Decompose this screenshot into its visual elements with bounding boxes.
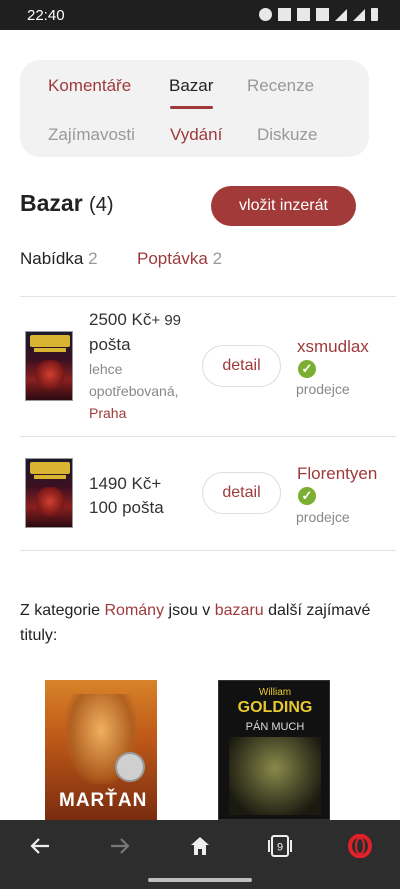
recommendation-prefix: Z kategorie [20, 602, 105, 619]
tab-count: 9 [277, 842, 283, 854]
listing-postage-label: 100 pošta [89, 498, 164, 517]
listing-condition: lehce opotřebovaná, Praha [89, 358, 179, 424]
book-cover-title: MARŤAN [59, 790, 148, 811]
award-seal-icon [115, 752, 145, 782]
forward-icon[interactable] [100, 832, 140, 860]
bazar-link[interactable]: bazaru [215, 602, 264, 619]
divider [20, 550, 396, 551]
alarm-icon [259, 8, 272, 21]
book-cover-subtitle: PÁN MUCH [245, 721, 305, 733]
listing-price-value: 2500 Kč [89, 310, 152, 329]
status-time: 22:40 [27, 7, 65, 24]
tabs-icon[interactable]: 9 [260, 832, 300, 860]
tab-komentare[interactable]: Komentáře [48, 76, 131, 96]
filter-poptavka-label: Poptávka [137, 249, 208, 268]
nfc-icon [297, 8, 310, 21]
battery-icon [371, 8, 378, 21]
listing-condition-line1: lehce [89, 361, 123, 377]
bazar-count: (4) [89, 194, 114, 216]
filter-nabidka-label: Nabídka [20, 249, 84, 268]
data-saver-icon [316, 8, 329, 21]
category-link[interactable]: Romány [104, 602, 164, 619]
detail-button[interactable]: detail [202, 472, 281, 514]
seller-name[interactable]: xsmudlax [297, 337, 369, 357]
active-tab-indicator [170, 106, 213, 109]
wifi-icon [335, 8, 347, 21]
listing-price: 2500 Kč+ 99 pošta [89, 308, 181, 357]
listing-price: 1490 Kč+ 100 pošta [89, 472, 164, 520]
recommendation-middle: jsou v [164, 602, 215, 619]
listing-postage: + 99 [151, 312, 182, 329]
seller-role: prodejce [296, 509, 350, 525]
listing-cover-image[interactable] [25, 331, 73, 401]
filter-nabidka-count: 2 [88, 249, 98, 268]
book-cover-title: GOLDING [237, 699, 313, 716]
listing-condition-line2: opotřebovaná, [89, 383, 179, 399]
mute-icon [278, 8, 291, 21]
detail-button[interactable]: detail [202, 345, 281, 387]
verified-check-icon: ✓ [298, 487, 316, 505]
insert-listing-button[interactable]: vložit inzerát [211, 186, 356, 226]
book-cover-martan[interactable]: MARŤAN [45, 680, 157, 820]
listing-price-value: 1490 Kč+ [89, 474, 162, 493]
status-icons [259, 8, 378, 21]
signal-icon [353, 8, 365, 21]
tab-diskuze[interactable]: Diskuze [257, 125, 317, 145]
opera-icon[interactable] [340, 832, 380, 860]
seller-role: prodejce [296, 381, 350, 397]
recommendation-text: Z kategorie Romány jsou v bazaru další z… [20, 598, 380, 648]
back-icon[interactable] [20, 832, 60, 860]
verified-check-icon: ✓ [298, 360, 316, 378]
divider [20, 296, 396, 297]
bazar-heading: Bazar (4) [20, 190, 114, 217]
tab-bazar[interactable]: Bazar [169, 76, 213, 96]
status-bar: 22:40 [0, 0, 400, 30]
filter-poptavka-count: 2 [212, 249, 223, 268]
home-icon[interactable] [180, 832, 220, 860]
bazar-title: Bazar [20, 190, 83, 216]
listing-postage-label: pošta [89, 335, 131, 354]
filter-nabidka[interactable]: Nabídka 2 [20, 249, 98, 269]
book-cover-author: William [258, 687, 292, 698]
divider [20, 436, 396, 437]
tab-zajimavosti[interactable]: Zajímavosti [48, 125, 135, 145]
book-cover-pan-much[interactable]: William GOLDING PÁN MUCH [218, 680, 330, 820]
filter-poptavka[interactable]: Poptávka 2 [137, 249, 222, 269]
tab-vydani[interactable]: Vydání [170, 125, 222, 145]
listing-cover-image[interactable] [25, 458, 73, 528]
tab-recenze[interactable]: Recenze [247, 76, 314, 96]
seller-name[interactable]: Florentyen [297, 464, 377, 484]
listing-city[interactable]: Praha [89, 405, 126, 421]
gesture-home-bar[interactable] [148, 878, 252, 882]
